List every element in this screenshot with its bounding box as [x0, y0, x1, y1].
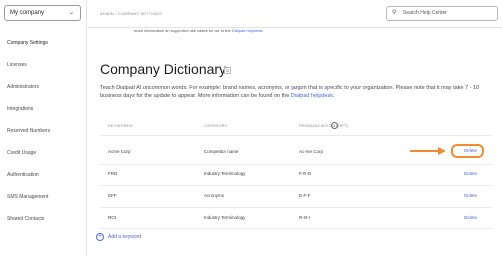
- sidebar-item-licenses[interactable]: Licenses: [7, 62, 27, 68]
- add-icon[interactable]: +: [96, 233, 104, 241]
- top-note: more information on supported use cases …: [134, 28, 264, 33]
- delete-button[interactable]: Delete: [464, 171, 477, 176]
- row-keyword: Acme Corp: [108, 149, 131, 154]
- sidebar-item-shared-contacts[interactable]: Shared Contacts: [7, 216, 44, 222]
- annotation-arrow-icon: [438, 147, 446, 155]
- helpdesk-link[interactable]: Dialpad helpdesk: [291, 93, 333, 99]
- sidebar: My company ⌄ Company Settings Licenses A…: [0, 0, 87, 256]
- info-icon[interactable]: i: [331, 122, 338, 129]
- ai-badge-icon: AI: [224, 67, 231, 74]
- row-pronunciation: E-F-F: [299, 193, 311, 198]
- row-category: Acronyms: [204, 193, 225, 198]
- page-description: Teach Dialpad AI uncommon words. For exa…: [100, 84, 495, 100]
- sidebar-item-authentication[interactable]: Authentication: [7, 172, 39, 178]
- top-note-text: more information on supported use cases …: [134, 28, 232, 33]
- chevron-down-icon: ⌄: [68, 10, 74, 16]
- sidebar-item-reserved-numbers[interactable]: Reserved Numbers: [7, 128, 50, 134]
- delete-button[interactable]: Delete: [464, 193, 477, 198]
- add-keyword-button[interactable]: Add a keyword: [108, 234, 141, 240]
- sidebar-item-administrators[interactable]: Administrators: [7, 84, 39, 90]
- sidebar-item-integrations[interactable]: Integrations: [7, 106, 33, 112]
- main-content: more information on supported use cases …: [88, 28, 502, 256]
- row-category: Industry Terminology: [204, 215, 246, 220]
- delete-button[interactable]: Delete: [464, 215, 477, 220]
- annotation-highlight: [451, 144, 484, 158]
- table-divider: [100, 185, 492, 186]
- row-pronunciation: F-R-D: [299, 171, 312, 176]
- table-divider: [100, 207, 492, 208]
- sidebar-item-sms-management[interactable]: SMS Management: [7, 194, 48, 200]
- column-header-pronunciation: PRONUNCIATION (OPT): [299, 123, 349, 128]
- breadcrumb: ADMIN / COMPANY SETTINGS: [100, 11, 162, 16]
- row-keyword: EFF: [108, 193, 117, 198]
- sidebar-item-credit-usage[interactable]: Credit Usage: [7, 150, 36, 156]
- row-keyword: FRD: [108, 171, 118, 176]
- topbar: ADMIN / COMPANY SETTINGS ⚲ Search Help C…: [88, 0, 502, 28]
- table-divider: [100, 135, 492, 136]
- row-category: Industry Terminology: [204, 171, 246, 176]
- company-select-label: My company: [10, 10, 45, 16]
- description-text: Teach Dialpad AI uncommon words. For exa…: [100, 85, 480, 99]
- company-select[interactable]: My company ⌄: [4, 5, 81, 21]
- page-title: Company Dictionary: [100, 61, 227, 77]
- table-divider: [100, 228, 492, 229]
- search-placeholder: Search Help Center: [403, 10, 447, 16]
- sidebar-item-company-settings[interactable]: Company Settings: [7, 40, 48, 46]
- column-header-category: CATEGORY: [204, 123, 228, 128]
- annotation-arrow-shaft: [410, 150, 440, 152]
- row-keyword: ROI: [108, 215, 117, 220]
- table-divider: [100, 164, 492, 165]
- description-end: .: [333, 93, 335, 99]
- top-note-link[interactable]: Dialpad helpdesk.: [232, 28, 264, 33]
- search-input[interactable]: ⚲ Search Help Center: [386, 6, 498, 21]
- row-pronunciation: Ac-me Corp: [299, 149, 324, 154]
- column-header-keywords: KEYWORDS: [108, 123, 133, 128]
- row-category: Competitor name: [204, 149, 239, 154]
- search-icon: ⚲: [392, 10, 397, 16]
- row-pronunciation: R-O-I: [299, 215, 310, 220]
